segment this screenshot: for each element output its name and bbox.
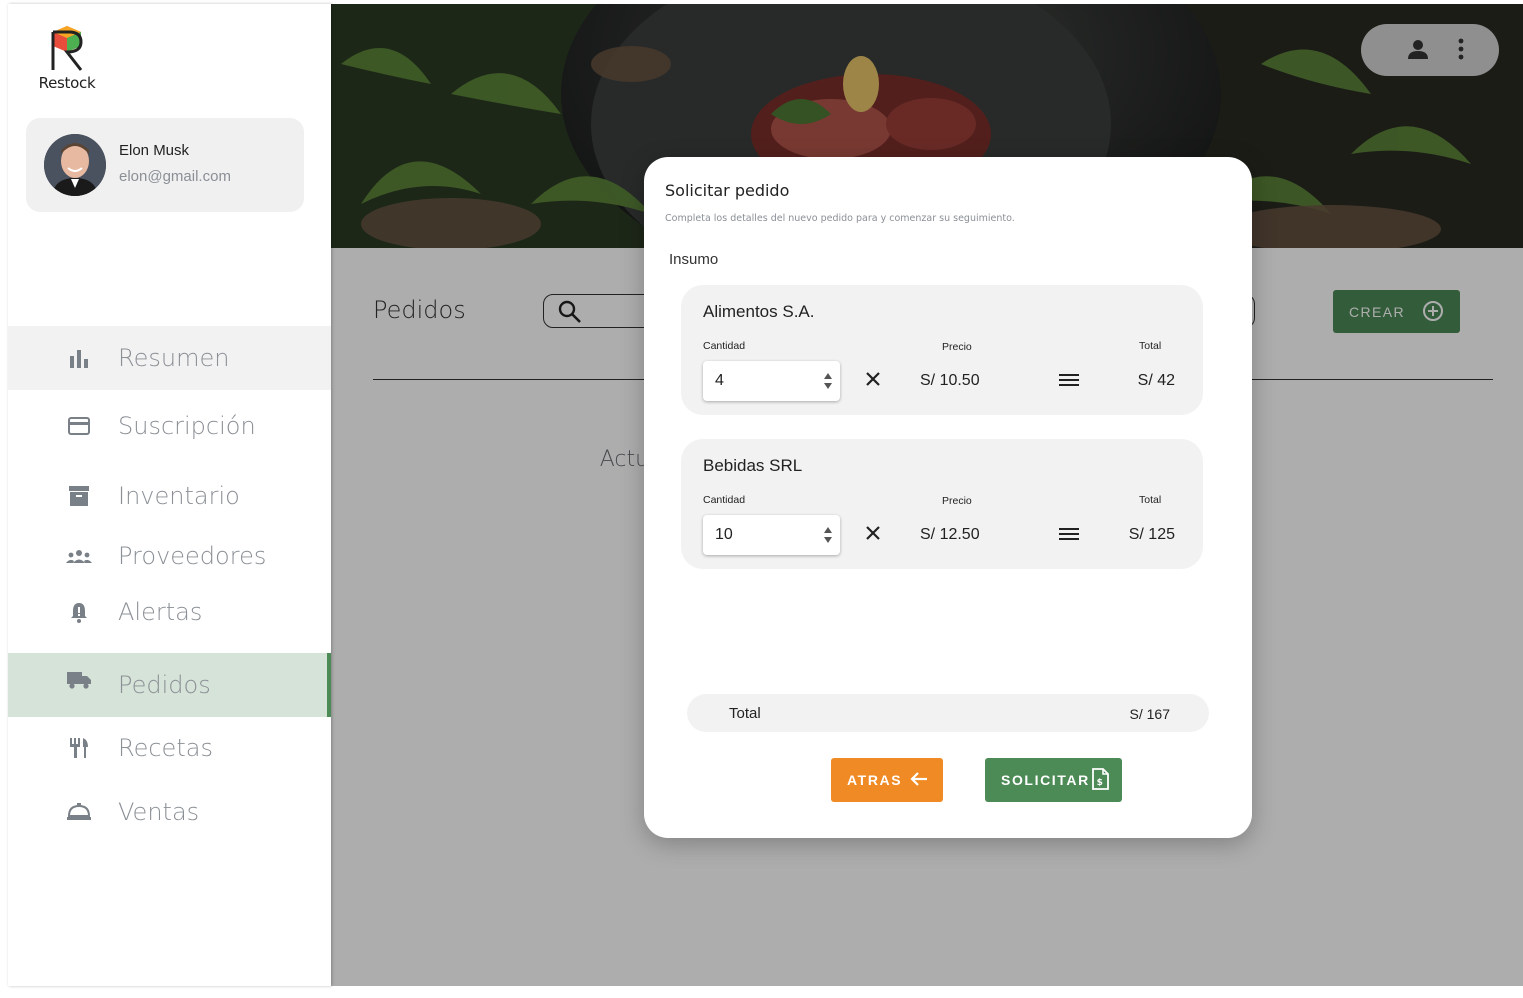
dialog-title: Solicitar pedido bbox=[665, 181, 790, 200]
price-label: Precio bbox=[942, 341, 972, 353]
sidebar-item-recetas[interactable]: Recetas bbox=[8, 716, 331, 780]
line-total: S/ 125 bbox=[1128, 526, 1175, 543]
section-label: Insumo bbox=[669, 251, 719, 268]
user-email: elon@gmail.com bbox=[119, 168, 231, 185]
order-total-value: S/ 167 bbox=[1129, 706, 1170, 722]
submit-button-label: SOLICITAR bbox=[1001, 772, 1090, 788]
order-item-card: Alimentos S.A. Cantidad Precio Total 4 S… bbox=[681, 285, 1203, 415]
invoice-icon: $ bbox=[1091, 768, 1109, 793]
sidebar-item-label: Proveedores bbox=[118, 542, 267, 570]
sidebar-item-pedidos[interactable]: Pedidos bbox=[8, 653, 331, 717]
arrow-left-icon bbox=[909, 769, 929, 792]
quantity-label: Cantidad bbox=[703, 340, 746, 352]
multiply-icon bbox=[865, 371, 881, 392]
cloche-icon bbox=[66, 799, 92, 825]
unit-price: S/ 12.50 bbox=[920, 526, 980, 543]
archive-icon bbox=[66, 483, 92, 509]
sidebar: Restock Elon Musk elon@gmail.com Resumen… bbox=[8, 4, 331, 986]
multiply-icon bbox=[865, 525, 881, 546]
truck-icon bbox=[66, 667, 92, 693]
restock-logo-icon bbox=[51, 26, 83, 71]
app-logo[interactable]: Restock bbox=[32, 24, 102, 92]
sidebar-item-proveedores[interactable]: Proveedores bbox=[8, 524, 331, 588]
quantity-value: 4 bbox=[715, 372, 724, 389]
sidebar-item-resumen[interactable]: Resumen bbox=[8, 326, 331, 390]
sidebar-item-alertas[interactable]: Alertas bbox=[8, 580, 331, 644]
sidebar-item-label: Alertas bbox=[118, 598, 203, 626]
credit-card-icon bbox=[66, 413, 92, 439]
sidebar-item-label: Suscripción bbox=[118, 412, 256, 440]
order-total-row: Total S/ 167 bbox=[687, 694, 1209, 732]
sidebar-item-suscripcion[interactable]: Suscripción bbox=[8, 394, 331, 458]
sidebar-item-label: Ventas bbox=[118, 798, 200, 826]
dialog-subtitle: Completa los detalles del nuevo pedido p… bbox=[665, 213, 1015, 224]
quantity-stepper[interactable]: 4 bbox=[703, 361, 840, 401]
supplier-name: Alimentos S.A. bbox=[703, 302, 815, 321]
user-card[interactable]: Elon Musk elon@gmail.com bbox=[26, 118, 304, 212]
sidebar-item-label: Pedidos bbox=[118, 671, 211, 699]
total-label: Total bbox=[1139, 340, 1162, 352]
line-total: S/ 42 bbox=[1137, 372, 1175, 389]
stepper-arrows-icon[interactable] bbox=[823, 372, 833, 390]
back-button-label: ATRAS bbox=[847, 772, 903, 788]
bell-alert-icon bbox=[66, 599, 92, 625]
quantity-stepper[interactable]: 10 bbox=[703, 515, 840, 555]
equals-icon bbox=[1059, 373, 1079, 392]
sidebar-item-ventas[interactable]: Ventas bbox=[8, 780, 331, 844]
submit-order-button[interactable]: SOLICITAR $ bbox=[985, 758, 1122, 802]
utensils-icon bbox=[66, 735, 92, 761]
sidebar-item-inventario[interactable]: Inventario bbox=[8, 464, 331, 528]
bar-chart-icon bbox=[66, 345, 92, 371]
unit-price: S/ 10.50 bbox=[920, 372, 980, 389]
order-request-dialog: Solicitar pedido Completa los detalles d… bbox=[644, 157, 1252, 838]
sidebar-item-label: Inventario bbox=[118, 482, 240, 510]
avatar bbox=[44, 134, 106, 196]
order-item-card: Bebidas SRL Cantidad Precio Total 10 S/ … bbox=[681, 439, 1203, 569]
stepper-arrows-icon[interactable] bbox=[823, 526, 833, 544]
total-label: Total bbox=[1139, 494, 1162, 506]
supplier-name: Bebidas SRL bbox=[703, 456, 803, 475]
order-total-label: Total bbox=[729, 705, 761, 722]
back-button[interactable]: ATRAS bbox=[831, 758, 943, 802]
people-icon bbox=[66, 543, 92, 569]
sidebar-item-label: Recetas bbox=[118, 734, 213, 762]
sidebar-item-label: Resumen bbox=[118, 344, 230, 372]
price-label: Precio bbox=[942, 495, 972, 507]
svg-text:$: $ bbox=[1097, 778, 1105, 788]
quantity-value: 10 bbox=[715, 526, 733, 543]
user-name: Elon Musk bbox=[119, 142, 190, 159]
equals-icon bbox=[1059, 527, 1079, 546]
quantity-label: Cantidad bbox=[703, 494, 746, 506]
app-name: Restock bbox=[38, 74, 96, 92]
